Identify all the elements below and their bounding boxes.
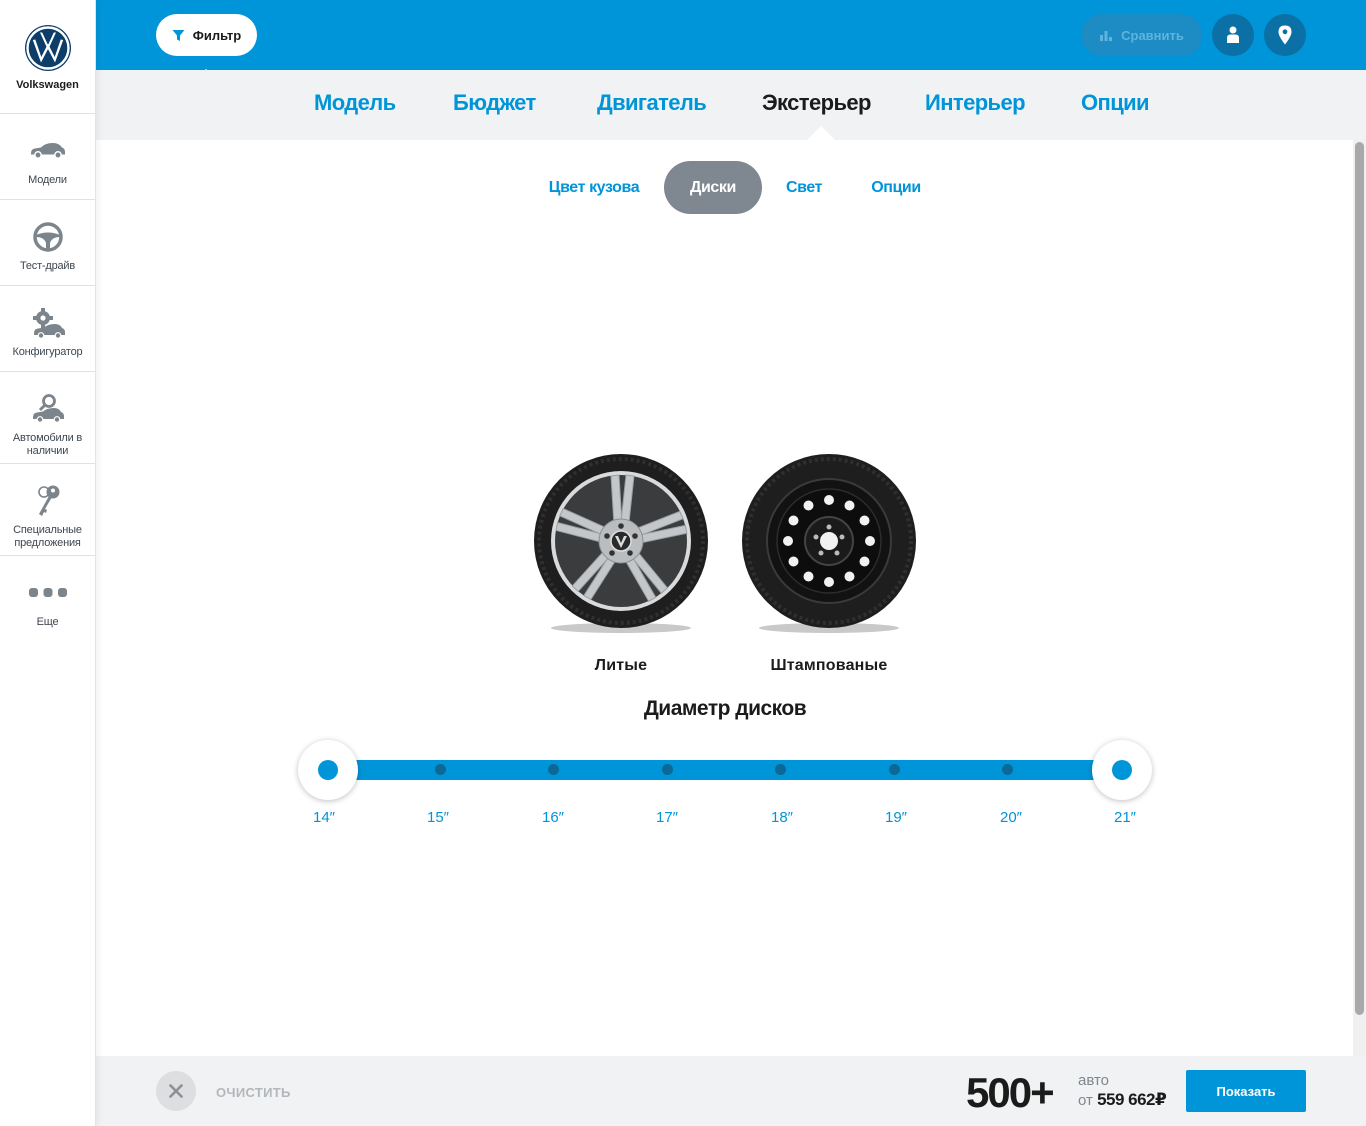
- subtab-wheels[interactable]: Диски: [664, 161, 762, 214]
- compare-button[interactable]: Сравнить: [1081, 14, 1202, 56]
- scrollbar-thumb[interactable]: [1355, 142, 1364, 1015]
- location-button[interactable]: [1264, 14, 1306, 56]
- filter-label: Фильтр: [192, 27, 242, 43]
- tab-model[interactable]: Модель: [314, 90, 396, 116]
- steering-wheel-icon: [32, 222, 63, 252]
- location-pin-icon: [1278, 25, 1292, 45]
- tick-label[interactable]: 16″: [523, 809, 583, 826]
- sidebar-item-label: Модели: [28, 174, 67, 186]
- car-icon: [30, 143, 65, 159]
- tab-exterior[interactable]: Экстерьер: [762, 90, 871, 116]
- tick-label[interactable]: 19″: [866, 809, 926, 826]
- tick-label[interactable]: 14″: [294, 809, 354, 826]
- tick-label[interactable]: 18″: [752, 809, 812, 826]
- results-count: 500+: [966, 1069, 1055, 1116]
- price-value: 559 662₽: [1097, 1090, 1167, 1109]
- account-button[interactable]: [1212, 14, 1254, 56]
- subtab-body-color[interactable]: Цвет кузова: [536, 161, 652, 214]
- slider-step-dot: [889, 764, 900, 775]
- sidebar-item-configurator[interactable]: Конфигуратор: [0, 286, 95, 372]
- tick-label[interactable]: 21″: [1095, 809, 1155, 826]
- sidebar-item-label: Специальные предложения: [13, 524, 82, 549]
- clear-label[interactable]: ОЧИСТИТЬ: [216, 1085, 291, 1100]
- sidebar: Volkswagen Модели Тест-драйв Конфигурато…: [0, 0, 96, 1126]
- wheel-option-alloy[interactable]: Литые: [531, 452, 711, 675]
- tab-interior[interactable]: Интерьер: [925, 90, 1026, 116]
- active-tab-pointer: [807, 126, 835, 140]
- slider-step-dot: [548, 764, 559, 775]
- slider-step-dot: [435, 764, 446, 775]
- wheel-option-label: Литые: [594, 657, 648, 674]
- more-icon: [28, 588, 67, 597]
- tab-options[interactable]: Опции: [1081, 90, 1150, 116]
- steel-wheel-icon: [742, 454, 916, 633]
- sidebar-item-label: Конфигуратор: [12, 346, 83, 358]
- vw-logo-icon: [24, 25, 71, 71]
- tick-label[interactable]: 17″: [637, 809, 697, 826]
- filter-button[interactable]: Фильтр: [156, 14, 257, 56]
- price-line: от 559 662₽: [1078, 1090, 1167, 1110]
- compare-label: Сравнить: [1121, 27, 1184, 43]
- results-unit: авто: [1078, 1072, 1110, 1089]
- tick-label[interactable]: 15″: [408, 809, 468, 826]
- scrollbar[interactable]: [1353, 140, 1366, 1056]
- wheel-option-steel[interactable]: Штампованые: [739, 452, 919, 675]
- wheel-option-label: Штампованые: [770, 657, 888, 674]
- sidebar-item-models[interactable]: Модели: [0, 114, 95, 200]
- sidebar-item-more[interactable]: Еще: [0, 556, 95, 646]
- subtab-light[interactable]: Свет: [776, 161, 832, 214]
- bar-chart-icon: [1100, 31, 1113, 41]
- close-icon: [169, 1084, 183, 1098]
- sidebar-item-special-offers[interactable]: Специальные предложения: [0, 464, 95, 556]
- slider-step-dot: [662, 764, 673, 775]
- sidebar-item-test-drive[interactable]: Тест-драйв: [0, 200, 95, 286]
- car-search-icon: [32, 394, 64, 423]
- slider-step-dot: [775, 764, 786, 775]
- price-prefix: от: [1078, 1092, 1093, 1109]
- slider-handle-min[interactable]: [298, 740, 358, 800]
- show-results-button[interactable]: Показать: [1186, 1070, 1306, 1112]
- diameter-title: Диаметр дисков: [643, 697, 807, 720]
- tab-engine[interactable]: Двигатель: [597, 90, 707, 116]
- top-bar: Фильтр Сравнить: [96, 0, 1366, 70]
- tab-budget[interactable]: Бюджет: [453, 90, 536, 116]
- sidebar-item-in-stock[interactable]: Автомобили в наличии: [0, 372, 95, 464]
- brand-name: Volkswagen: [16, 79, 79, 91]
- configurator-icon: [32, 308, 65, 339]
- clear-button[interactable]: [156, 1071, 196, 1111]
- sidebar-item-label: Еще: [36, 616, 59, 628]
- tick-label[interactable]: 20″: [981, 809, 1041, 826]
- main-tabs-bar: Модель Бюджет Двигатель Экстерьер Интерь…: [96, 70, 1366, 140]
- user-icon: [1227, 26, 1239, 43]
- bottom-bar: ОЧИСТИТЬ 500+ авто от 559 662₽ Показать: [96, 1056, 1366, 1126]
- sidebar-item-label: Тест-драйв: [19, 260, 76, 272]
- alloy-wheel-icon: [534, 454, 708, 633]
- slider-step-dot: [1002, 764, 1013, 775]
- key-icon: [37, 485, 59, 516]
- slider-handle-max[interactable]: [1092, 740, 1152, 800]
- brand-logo-block[interactable]: Volkswagen: [0, 0, 95, 114]
- sidebar-item-label: Автомобили в наличии: [12, 432, 83, 457]
- filter-icon: [172, 29, 185, 41]
- subtab-options[interactable]: Опции: [858, 161, 934, 214]
